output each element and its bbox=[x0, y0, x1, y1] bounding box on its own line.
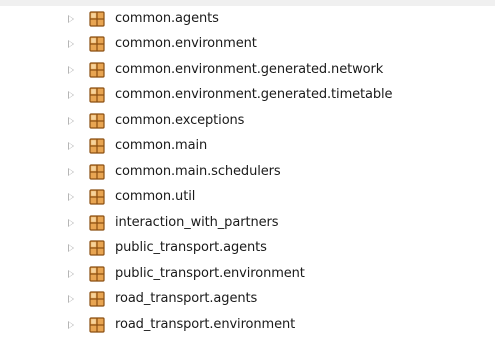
tree-item[interactable]: common.agents bbox=[0, 6, 495, 32]
tree-item-label: common.environment bbox=[115, 36, 257, 52]
package-icon bbox=[88, 137, 106, 155]
tree-item[interactable]: common.environment.generated.network bbox=[0, 57, 495, 83]
expand-arrow-icon[interactable] bbox=[68, 193, 74, 202]
tree-item-label: interaction_with_partners bbox=[115, 214, 279, 230]
tree-item[interactable]: public_transport.environment bbox=[0, 261, 495, 287]
tree-item[interactable]: common.util bbox=[0, 185, 495, 211]
package-icon bbox=[88, 214, 106, 232]
package-explorer-tree: common.agents common.environment common.en… bbox=[0, 0, 495, 338]
tree-item[interactable]: common.exceptions bbox=[0, 108, 495, 134]
expand-arrow-icon[interactable] bbox=[68, 116, 74, 125]
package-icon bbox=[88, 163, 106, 181]
package-icon bbox=[88, 61, 106, 79]
tree-item[interactable]: common.environment.generated.timetable bbox=[0, 83, 495, 109]
package-icon bbox=[88, 290, 106, 308]
tree-item-label: common.main bbox=[115, 138, 208, 154]
expand-arrow-icon[interactable] bbox=[68, 320, 74, 329]
tree-item-label: common.agents bbox=[115, 10, 219, 26]
tree-item[interactable]: interaction_with_partners bbox=[0, 210, 495, 236]
expand-arrow-icon[interactable] bbox=[68, 295, 74, 304]
tree-item-label: public_transport.agents bbox=[115, 240, 267, 256]
tree-item-label: common.main.schedulers bbox=[115, 163, 281, 179]
tree-item[interactable]: common.main.schedulers bbox=[0, 159, 495, 185]
package-icon bbox=[88, 316, 106, 334]
package-list: common.agents common.environment common.en… bbox=[0, 6, 495, 338]
tree-item-label: road_transport.agents bbox=[115, 291, 258, 307]
tree-item[interactable]: public_transport.agents bbox=[0, 236, 495, 262]
tree-item-label: common.util bbox=[115, 189, 196, 205]
tree-item-label: road_transport.environment bbox=[115, 316, 296, 332]
expand-arrow-icon[interactable] bbox=[68, 14, 74, 23]
expand-arrow-icon[interactable] bbox=[68, 218, 74, 227]
tree-item-label: common.environment.generated.network bbox=[115, 61, 384, 77]
tree-item[interactable]: common.main bbox=[0, 134, 495, 160]
expand-arrow-icon[interactable] bbox=[68, 65, 74, 74]
expand-arrow-icon[interactable] bbox=[68, 167, 74, 176]
package-icon bbox=[88, 239, 106, 257]
tree-item-label: common.exceptions bbox=[115, 112, 245, 128]
package-icon bbox=[88, 188, 106, 206]
tree-item[interactable]: road_transport.environment bbox=[0, 312, 495, 338]
expand-arrow-icon[interactable] bbox=[68, 142, 74, 151]
tree-item[interactable]: common.environment bbox=[0, 32, 495, 58]
package-icon bbox=[88, 10, 106, 28]
tree-item-label: common.environment.generated.timetable bbox=[115, 87, 393, 103]
tree-item-label: public_transport.environment bbox=[115, 265, 305, 281]
tree-item[interactable]: road_transport.agents bbox=[0, 287, 495, 313]
package-icon bbox=[88, 112, 106, 130]
expand-arrow-icon[interactable] bbox=[68, 244, 74, 253]
expand-arrow-icon[interactable] bbox=[68, 269, 74, 278]
expand-arrow-icon[interactable] bbox=[68, 91, 74, 100]
package-icon bbox=[88, 35, 106, 53]
expand-arrow-icon[interactable] bbox=[68, 40, 74, 49]
package-icon bbox=[88, 86, 106, 104]
package-icon bbox=[88, 265, 106, 283]
